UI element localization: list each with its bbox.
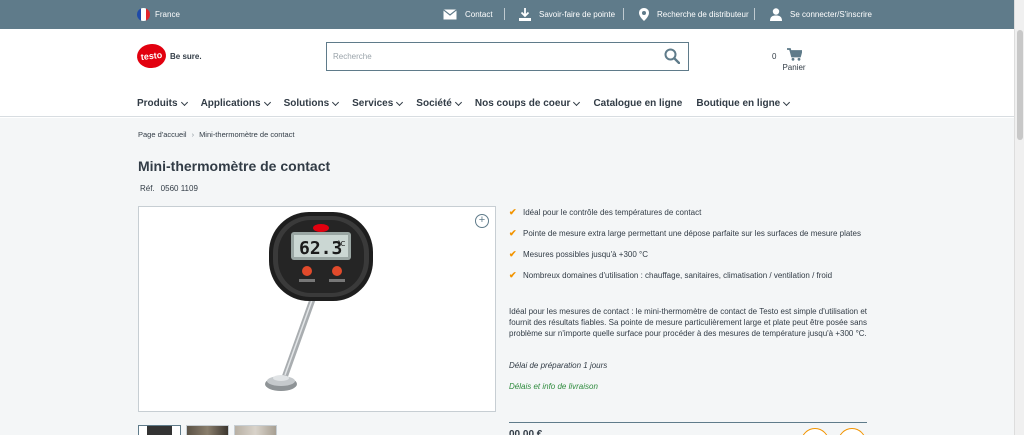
check-icon: ✔: [509, 228, 517, 238]
feature-text: Mesures possibles jusqu'à +300 °C: [523, 250, 649, 259]
thumbnail[interactable]: [234, 425, 277, 435]
check-icon: ✔: [509, 270, 517, 280]
savoir-faire-link[interactable]: Savoir-faire de pointe: [519, 7, 615, 21]
ref-value: 0560 1109: [160, 184, 198, 193]
cart-label: Panier: [782, 63, 806, 72]
contact-label: Contact: [465, 9, 493, 19]
top-utility-bar: France Contact Savoir-faire de pointe Re…: [0, 0, 1014, 29]
feature-text: Idéal pour le contrôle des températures …: [523, 208, 702, 217]
chevron-down-icon: [263, 98, 271, 106]
envelope-icon: [443, 8, 457, 19]
list-item: ✔ Mesures possibles jusqu'à +300 °C: [509, 249, 869, 260]
price: 00,00 €: [509, 429, 543, 435]
nav-label: Nos coups de coeur: [474, 98, 571, 109]
display-unit: °C: [337, 240, 346, 248]
search-icon: [664, 48, 681, 65]
image-thumbnails: [138, 425, 277, 435]
list-item: ✔ Nombreux domaines d'utilisation : chauf…: [509, 270, 869, 281]
chevron-down-icon: [573, 98, 581, 106]
nav-label: Services: [352, 98, 394, 109]
check-icon: ✔: [509, 249, 517, 259]
scrollbar-thumb[interactable]: [1017, 30, 1023, 140]
login-link[interactable]: Se connecter/S'inscrire: [770, 7, 872, 21]
login-label: Se connecter/S'inscrire: [790, 9, 873, 19]
nav-item-solutions[interactable]: Solutions: [283, 98, 340, 109]
product-reference: Réf. 0560 1109: [140, 184, 198, 193]
chevron-down-icon: [180, 98, 188, 106]
topbar-divider: [754, 8, 755, 20]
check-icon: ✔: [509, 207, 517, 217]
search-input[interactable]: [327, 43, 647, 70]
chevron-down-icon: [783, 98, 791, 106]
nav-label: Boutique en ligne: [696, 98, 781, 109]
map-pin-icon: [639, 7, 649, 21]
france-flag-icon: [137, 8, 150, 21]
country-selector[interactable]: France: [137, 8, 180, 21]
nav-item-societe[interactable]: Société: [416, 98, 462, 109]
product-image-viewer[interactable]: + 62.3 °C: [138, 206, 496, 412]
nav-label: Solutions: [283, 98, 330, 109]
delivery-info-link[interactable]: Délais et info de livraison: [509, 382, 598, 391]
nav-label: Société: [416, 98, 452, 109]
breadcrumb-home[interactable]: Page d'accueil: [138, 130, 187, 139]
cart-count: 0: [772, 52, 777, 61]
nav-item-produits[interactable]: Produits: [137, 98, 188, 109]
thumbnail[interactable]: [138, 425, 181, 435]
display-reading: 62.3: [299, 238, 342, 259]
product-image-thermometer: 62.3 °C: [265, 212, 373, 391]
breadcrumb-current: Mini-thermomètre de contact: [199, 130, 295, 139]
topbar-divider: [623, 8, 624, 20]
list-item: ✔ Pointe de mesure extra large permettant…: [509, 228, 869, 239]
preparation-delay: Délai de préparation 1 jours: [509, 361, 608, 370]
search-box: [326, 42, 689, 71]
topbar-divider: [504, 8, 505, 20]
quantity-plus-button[interactable]: [838, 428, 866, 435]
cart-button[interactable]: 0 Panier: [772, 48, 806, 72]
page-title: Mini-thermomètre de contact: [138, 158, 331, 174]
nav-item-coups-de-coeur[interactable]: Nos coups de coeur: [474, 98, 581, 109]
feature-text: Pointe de mesure extra large permettant …: [523, 229, 861, 238]
chevron-down-icon: [396, 98, 404, 106]
distributor-search-link[interactable]: Recherche de distributeur: [639, 7, 749, 21]
nav-label: Applications: [200, 98, 261, 109]
contact-link[interactable]: Contact: [443, 7, 493, 21]
list-item: ✔ Idéal pour le contrôle des températures…: [509, 207, 869, 218]
site-header: testo Be sure. 0 Panier Produits Applica…: [0, 29, 1014, 117]
nav-item-services[interactable]: Services: [352, 98, 404, 109]
download-icon: [519, 7, 531, 21]
user-icon: [770, 7, 782, 21]
logo-mark: testo: [135, 42, 168, 70]
nav-label: Catalogue en ligne: [593, 98, 683, 109]
feature-text: Nombreux domaines d'utilisation : chauff…: [523, 271, 833, 280]
product-description: Idéal pour les mesures de contact : le m…: [509, 307, 867, 338]
logo-tagline: Be sure.: [170, 51, 202, 61]
distributor-label: Recherche de distributeur: [657, 9, 749, 19]
main-navigation: Produits Applications Solutions Services…: [137, 98, 803, 109]
section-divider: [509, 422, 867, 423]
chevron-down-icon: [454, 98, 462, 106]
nav-item-boutique[interactable]: Boutique en ligne: [696, 98, 791, 109]
thumbnail[interactable]: [186, 425, 229, 435]
country-label: France: [155, 10, 180, 19]
breadcrumb: Page d'accueil › Mini-thermomètre de con…: [138, 130, 295, 139]
nav-item-applications[interactable]: Applications: [200, 98, 271, 109]
feature-list: ✔ Idéal pour le contrôle des températures…: [509, 207, 869, 291]
chevron-down-icon: [332, 98, 340, 106]
nav-label: Produits: [137, 98, 178, 109]
nav-item-catalogue[interactable]: Catalogue en ligne: [593, 98, 682, 109]
chevron-right-icon: ›: [191, 130, 195, 139]
cart-icon: [786, 48, 802, 61]
savoir-faire-label: Savoir-faire de pointe: [539, 9, 616, 19]
testo-logo[interactable]: testo Be sure.: [135, 42, 202, 70]
product-page: Page d'accueil › Mini-thermomètre de con…: [0, 118, 1014, 435]
quantity-minus-button[interactable]: [801, 428, 829, 435]
ref-label: Réf.: [140, 184, 155, 193]
page-scrollbar[interactable]: [1014, 0, 1024, 435]
search-button[interactable]: [664, 48, 681, 69]
